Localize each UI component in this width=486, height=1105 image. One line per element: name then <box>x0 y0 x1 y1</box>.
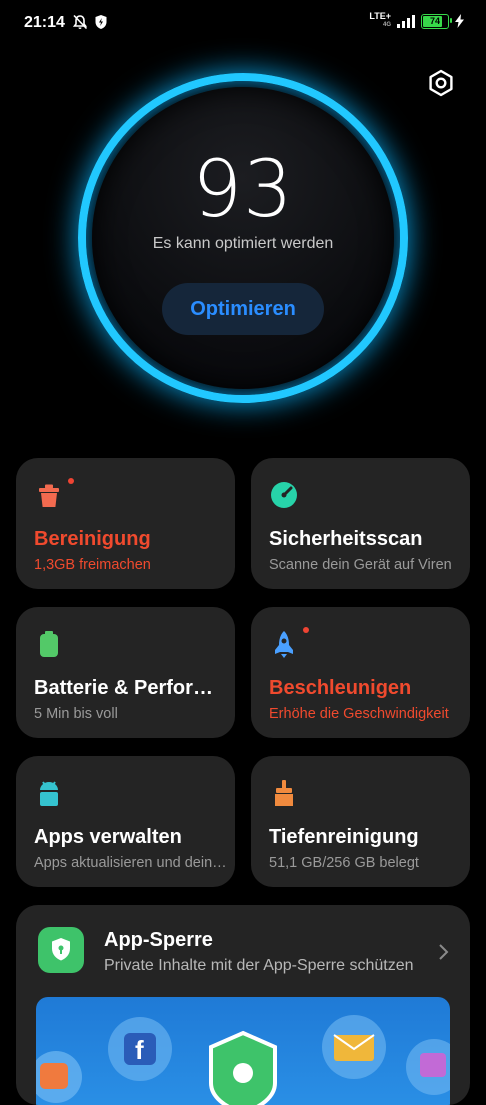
notification-dot <box>303 627 309 633</box>
app-lock-subtitle: Private Inhalte mit der App-Sperre schüt… <box>104 957 414 974</box>
banner-illustration: f <box>36 1015 450 1105</box>
svg-text:f: f <box>135 1035 144 1065</box>
signal-icon <box>397 14 415 28</box>
card-security-scan[interactable]: Sicherheitsscan Scanne dein Gerät auf Vi… <box>251 458 470 589</box>
card-title: Bereinigung <box>34 528 151 550</box>
app-lock-title: App-Sperre <box>104 929 213 951</box>
score-value: 93 <box>192 145 294 235</box>
charging-bolt-icon <box>455 14 464 28</box>
card-title: Sicherheitsscan <box>269 528 423 550</box>
card-manage-apps[interactable]: Apps verwalten Apps aktualisieren und de… <box>16 756 235 887</box>
app-lock-banner: f <box>36 997 450 1105</box>
notification-dot <box>68 478 74 484</box>
card-title: Batterie & Performance <box>34 677 220 699</box>
card-cleanup[interactable]: Bereinigung 1,3GB freimachen <box>16 458 235 589</box>
card-speed-up[interactable]: Beschleunigen Erhöhe die Geschwindigkeit <box>251 607 470 738</box>
status-right: LTE+ 4G 74 <box>369 12 464 30</box>
android-icon <box>40 781 58 806</box>
shield-bolt-icon <box>95 15 107 29</box>
card-title: Tiefenreinigung <box>269 826 419 848</box>
card-subtitle: 51,1 GB/256 GB belegt <box>269 855 419 871</box>
status-left-icons <box>72 14 108 30</box>
network-indicator: LTE+ 4G <box>369 11 391 29</box>
app-lock-card[interactable]: App-Sperre Private Inhalte mit der App-S… <box>16 905 470 1105</box>
card-title: Apps verwalten <box>34 826 182 848</box>
status-bar: 21:14 LTE+ 4G 74 <box>0 0 486 48</box>
rocket-icon <box>275 631 293 658</box>
card-deep-clean[interactable]: Tiefenreinigung 51,1 GB/256 GB belegt <box>251 756 470 887</box>
broom-icon <box>275 780 293 806</box>
status-time: 21:14 <box>24 14 65 31</box>
score-message: Es kann optimiert werden <box>152 235 334 252</box>
bell-off-icon <box>72 14 88 30</box>
battery-icon <box>40 631 58 657</box>
card-subtitle: 5 Min bis voll <box>34 706 118 722</box>
card-subtitle: Apps aktualisieren und deinstallieren <box>34 855 228 871</box>
optimize-button[interactable]: Optimieren <box>162 283 324 335</box>
card-title: Beschleunigen <box>269 677 412 699</box>
battery-indicator: 74 <box>421 13 452 29</box>
score-dial: 93 Es kann optimiert werden Optimieren <box>78 73 408 403</box>
app-lock-icon-tile <box>38 927 84 973</box>
chevron-right-icon[interactable] <box>438 943 450 961</box>
gear-icon[interactable] <box>426 68 456 98</box>
card-battery[interactable]: Batterie & Performance 5 Min bis voll <box>16 607 235 738</box>
trash-icon <box>39 484 59 507</box>
shield-scan-icon <box>271 482 297 508</box>
card-subtitle: Scanne dein Gerät auf Viren <box>269 557 452 573</box>
card-subtitle: Erhöhe die Geschwindigkeit <box>269 706 449 722</box>
card-subtitle: 1,3GB freimachen <box>34 557 151 573</box>
shield-lock-icon <box>52 938 70 961</box>
